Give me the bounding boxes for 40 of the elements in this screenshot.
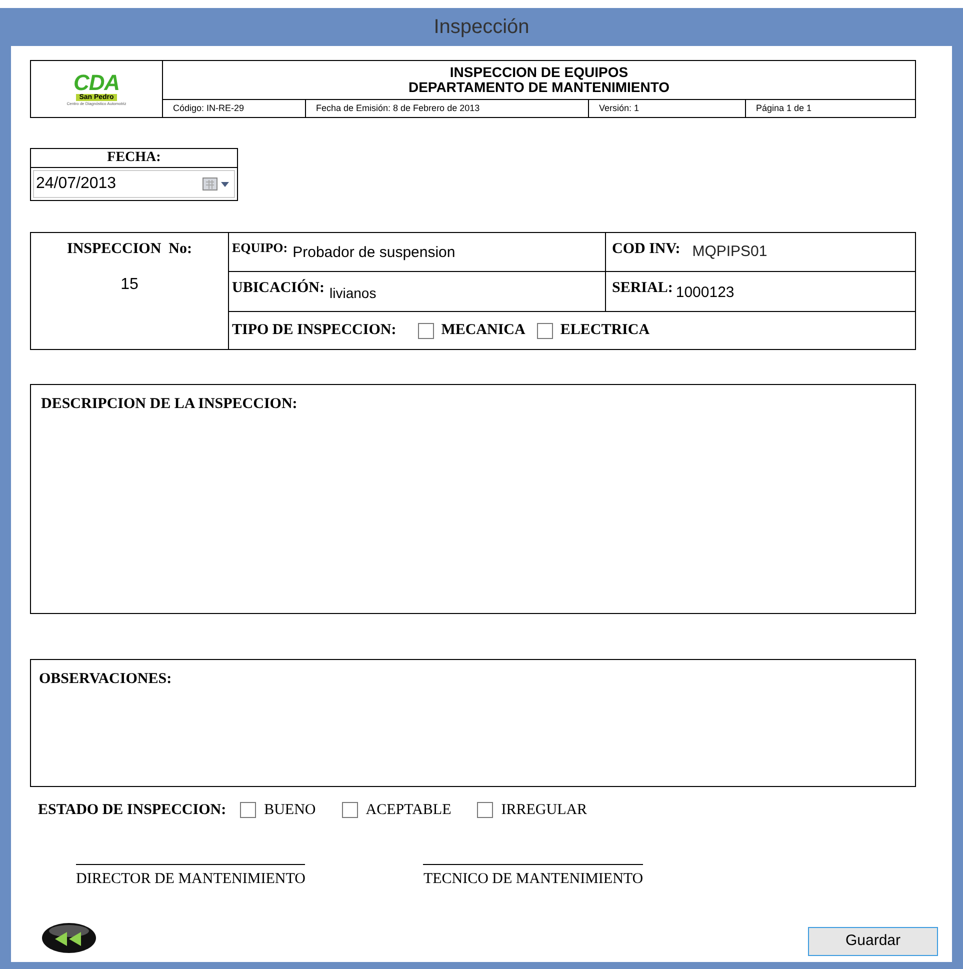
location-value: livianos	[330, 284, 376, 303]
checkbox[interactable]	[418, 322, 434, 338]
checkbox-label: ELECTRICA	[560, 321, 650, 340]
serial-value: 1000123	[676, 283, 734, 303]
header-cell: Versión: 1	[589, 100, 746, 117]
document-title: INSPECCION DE EQUIPOS	[450, 65, 628, 80]
inventory-code-label: COD INV:	[612, 240, 680, 259]
inspection-number: 15	[120, 274, 138, 294]
observations-label: OBSERVACIONES:	[39, 671, 172, 687]
description-box[interactable]: DESCRIPCION DE LA INSPECCION:	[30, 384, 916, 614]
save-button[interactable]: Guardar	[808, 927, 938, 956]
description-label: DESCRIPCION DE LA INSPECCION:	[41, 396, 298, 412]
serial-label: SERIAL:	[612, 279, 673, 298]
inventory-code-value: MQPIPS01	[692, 242, 768, 262]
header-cell: Fecha de Emisión: 8 de Febrero de 2013	[306, 100, 589, 117]
back-button-icon[interactable]	[41, 922, 97, 954]
equipment-label: EQUIPO:	[232, 239, 288, 257]
date-label: FECHA:	[31, 149, 237, 168]
header-cell: Código: IN-RE-29	[163, 100, 306, 117]
checkbox[interactable]	[537, 322, 554, 338]
checkbox-label: ACEPTABLE	[366, 801, 452, 820]
inspection-type-label: TIPO DE INSPECCION:	[232, 321, 396, 340]
observations-box[interactable]: OBSERVACIONES:	[30, 659, 916, 787]
checkbox-label: MECANICA	[441, 321, 526, 340]
window-title: Inspección	[434, 15, 530, 40]
checkbox-label: IRREGULAR	[501, 801, 588, 820]
equipment-value: Probador de suspension	[292, 243, 456, 263]
checkbox[interactable]	[477, 802, 494, 818]
header-cell-text: Página 1 de 1	[755, 102, 813, 115]
calendar-dropdown-icon	[202, 177, 232, 191]
location-label: UBICACIÓN:	[232, 278, 325, 298]
signature-line: DIRECTOR DE MANTENIMIENTO	[76, 864, 306, 890]
signature-line: TECNICO DE MANTENIMIENTO	[423, 864, 644, 890]
status-label: ESTADO DE INSPECCION:	[38, 801, 226, 820]
checkbox[interactable]	[342, 802, 358, 818]
checkbox[interactable]	[240, 802, 256, 818]
document-subtitle: DEPARTAMENTO DE MANTENIMIENTO	[408, 80, 670, 95]
date-picker[interactable]: 24/07/2013	[33, 170, 235, 198]
checkbox-label: BUENO	[264, 801, 316, 820]
inspection-number-label: INSPECCION No:	[66, 240, 192, 259]
